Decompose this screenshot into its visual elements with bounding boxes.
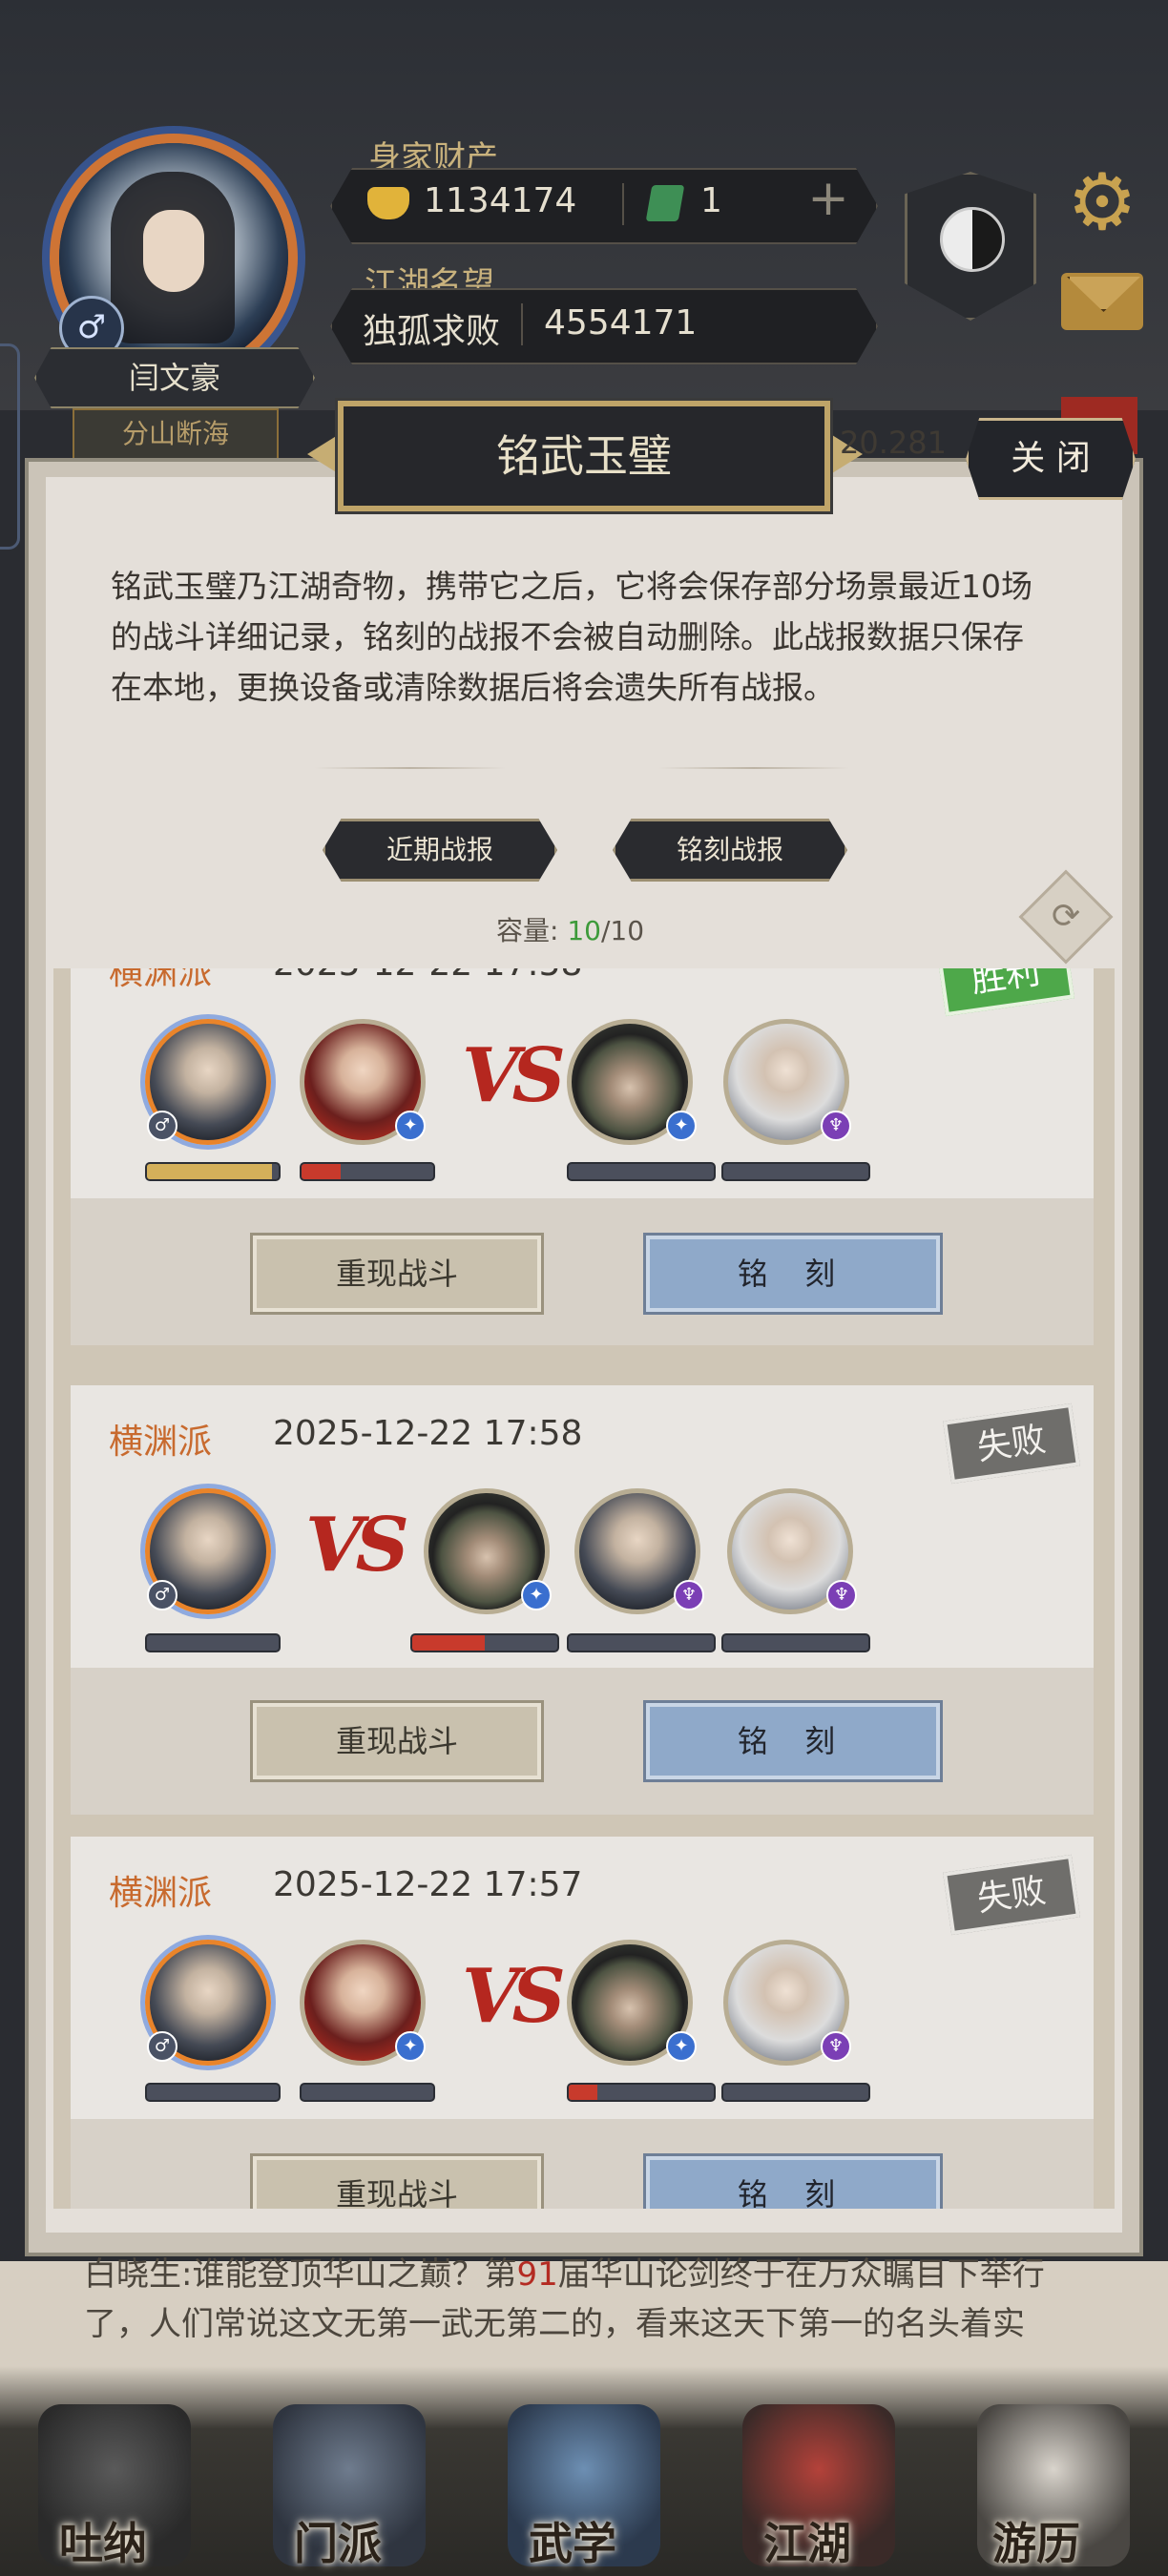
capacity-total: /10 bbox=[600, 915, 645, 946]
mail-icon[interactable] bbox=[1061, 273, 1143, 330]
battle-report-list[interactable]: 横渊派 2025-12-22 17:58 胜利 ♂ ✦ VS ✦ ♆ 重现战斗 … bbox=[53, 968, 1115, 2209]
player-name: 闫文豪 bbox=[34, 347, 315, 408]
engrave-button[interactable]: 铭 刻 bbox=[643, 2153, 943, 2209]
sect-title: 分山断海 bbox=[73, 408, 279, 460]
hp-fill bbox=[302, 1164, 342, 1179]
dialog-title: 铭武玉璧 bbox=[338, 401, 830, 511]
battle-time: 2025-12-22 17:58 bbox=[273, 1414, 583, 1453]
jade-amount: 1 bbox=[700, 181, 722, 220]
opponent-sect: 横渊派 bbox=[109, 1874, 213, 1913]
rank-badge-icon: ♆ bbox=[821, 2031, 851, 2062]
male-icon: ♂ bbox=[147, 2031, 177, 2062]
tab-engraved-reports[interactable]: 铭刻战报 bbox=[613, 819, 847, 882]
dialog-description: 铭武玉璧乃江湖奇物，携带它之后，它将会保存部分场景最近10场的战斗详细记录，铭刻… bbox=[111, 568, 1032, 706]
hp-bar bbox=[721, 1162, 870, 1181]
wealth-bar bbox=[330, 168, 878, 244]
hp-bar bbox=[721, 2083, 870, 2102]
rank-badge-icon: ♆ bbox=[674, 1580, 704, 1610]
capacity-text: 容量: 10/10 bbox=[496, 910, 644, 948]
hp-bar bbox=[721, 1633, 870, 1652]
opponent-sect: 横渊派 bbox=[109, 968, 213, 992]
tab-recent-reports[interactable]: 近期战报 bbox=[323, 819, 557, 882]
element-badge-icon: ✦ bbox=[666, 1111, 697, 1141]
hp-fill bbox=[147, 1164, 273, 1179]
vs-icon: VS bbox=[462, 1032, 566, 1119]
element-badge-icon: ✦ bbox=[395, 1111, 426, 1141]
element-badge-icon: ✦ bbox=[521, 1580, 552, 1610]
yin-yang-icon bbox=[940, 207, 1005, 272]
gold-amount: 1134174 bbox=[424, 181, 577, 220]
fame-value: 4554171 bbox=[544, 303, 698, 343]
male-icon: ♂ bbox=[147, 1580, 177, 1610]
hp-fill bbox=[569, 2085, 598, 2100]
element-badge-icon: ✦ bbox=[395, 2031, 426, 2062]
add-currency-icon[interactable]: + bbox=[802, 172, 855, 229]
battle-card: 横渊派 2025-12-22 17:58 胜利 ♂ ✦ VS ✦ ♆ 重现战斗 … bbox=[71, 968, 1094, 1345]
side-handle[interactable] bbox=[0, 343, 20, 550]
hp-bar bbox=[410, 1633, 559, 1652]
vs-icon: VS bbox=[305, 1502, 409, 1589]
battle-time: 2025-12-22 17:57 bbox=[273, 1865, 583, 1904]
hp-fill bbox=[412, 1635, 485, 1651]
divider-left bbox=[315, 767, 506, 769]
hp-bar bbox=[567, 2083, 716, 2102]
hp-bar bbox=[300, 1162, 435, 1181]
side-value: 20.281 bbox=[840, 425, 947, 461]
hp-bar bbox=[145, 1162, 281, 1181]
engrave-button[interactable]: 铭 刻 bbox=[643, 1700, 943, 1782]
rank-badge-icon: ♆ bbox=[826, 1580, 857, 1610]
hp-bar bbox=[567, 1162, 716, 1181]
capacity-label: 容量: bbox=[496, 915, 559, 946]
nav-jianghu-label: 江湖 bbox=[763, 2518, 851, 2569]
rank-badge-icon: ♆ bbox=[821, 1111, 851, 1141]
opponent-sect: 横渊派 bbox=[109, 1423, 213, 1462]
news-ticker: 白晓生:谁能登顶华山之巅？第91届华山论剑终于在万众瞩目下举行了，人们常说这文无… bbox=[84, 2250, 1095, 2349]
capacity-used: 10 bbox=[567, 915, 601, 946]
news-prefix: 白晓生:谁能登顶华山之巅？第 bbox=[84, 2255, 517, 2294]
avatar-face bbox=[143, 210, 204, 292]
close-button[interactable]: 关 闭 bbox=[966, 418, 1136, 500]
wealth-divider bbox=[622, 183, 624, 225]
fame-divider bbox=[521, 303, 523, 345]
battle-time: 2025-12-22 17:58 bbox=[273, 968, 582, 984]
nav-travel-label: 游历 bbox=[992, 2518, 1080, 2569]
hp-bar bbox=[567, 1633, 716, 1652]
gear-icon[interactable]: ⚙ bbox=[1061, 162, 1143, 244]
engrave-button[interactable]: 铭 刻 bbox=[643, 1233, 943, 1315]
hp-bar bbox=[300, 2083, 435, 2102]
element-badge-icon: ✦ bbox=[666, 2031, 697, 2062]
replay-battle-button[interactable]: 重现战斗 bbox=[250, 1700, 544, 1782]
nav-tuna-label: 吐纳 bbox=[59, 2518, 147, 2569]
jade-icon bbox=[645, 185, 685, 221]
divider-right bbox=[658, 767, 849, 769]
hp-bar bbox=[145, 1633, 281, 1652]
male-icon: ♂ bbox=[147, 1111, 177, 1141]
nav-martial-label: 武学 bbox=[529, 2518, 616, 2569]
replay-battle-button[interactable]: 重现战斗 bbox=[250, 2153, 544, 2209]
nav-sect-label: 门派 bbox=[294, 2518, 382, 2569]
replay-battle-button[interactable]: 重现战斗 bbox=[250, 1233, 544, 1315]
news-number: 91 bbox=[516, 2255, 558, 2294]
battle-card: 横渊派 2025-12-22 17:57 失败 ♂ ✦ VS ✦ ♆ 重现战斗 … bbox=[71, 1837, 1094, 2209]
vs-icon: VS bbox=[462, 1953, 566, 2040]
fame-title: 独孤求败 bbox=[363, 312, 501, 351]
hp-bar bbox=[145, 2083, 281, 2102]
battle-card: 横渊派 2025-12-22 17:58 失败 ♂ VS ✦ ♆ ♆ 重现战斗 … bbox=[71, 1385, 1094, 1815]
